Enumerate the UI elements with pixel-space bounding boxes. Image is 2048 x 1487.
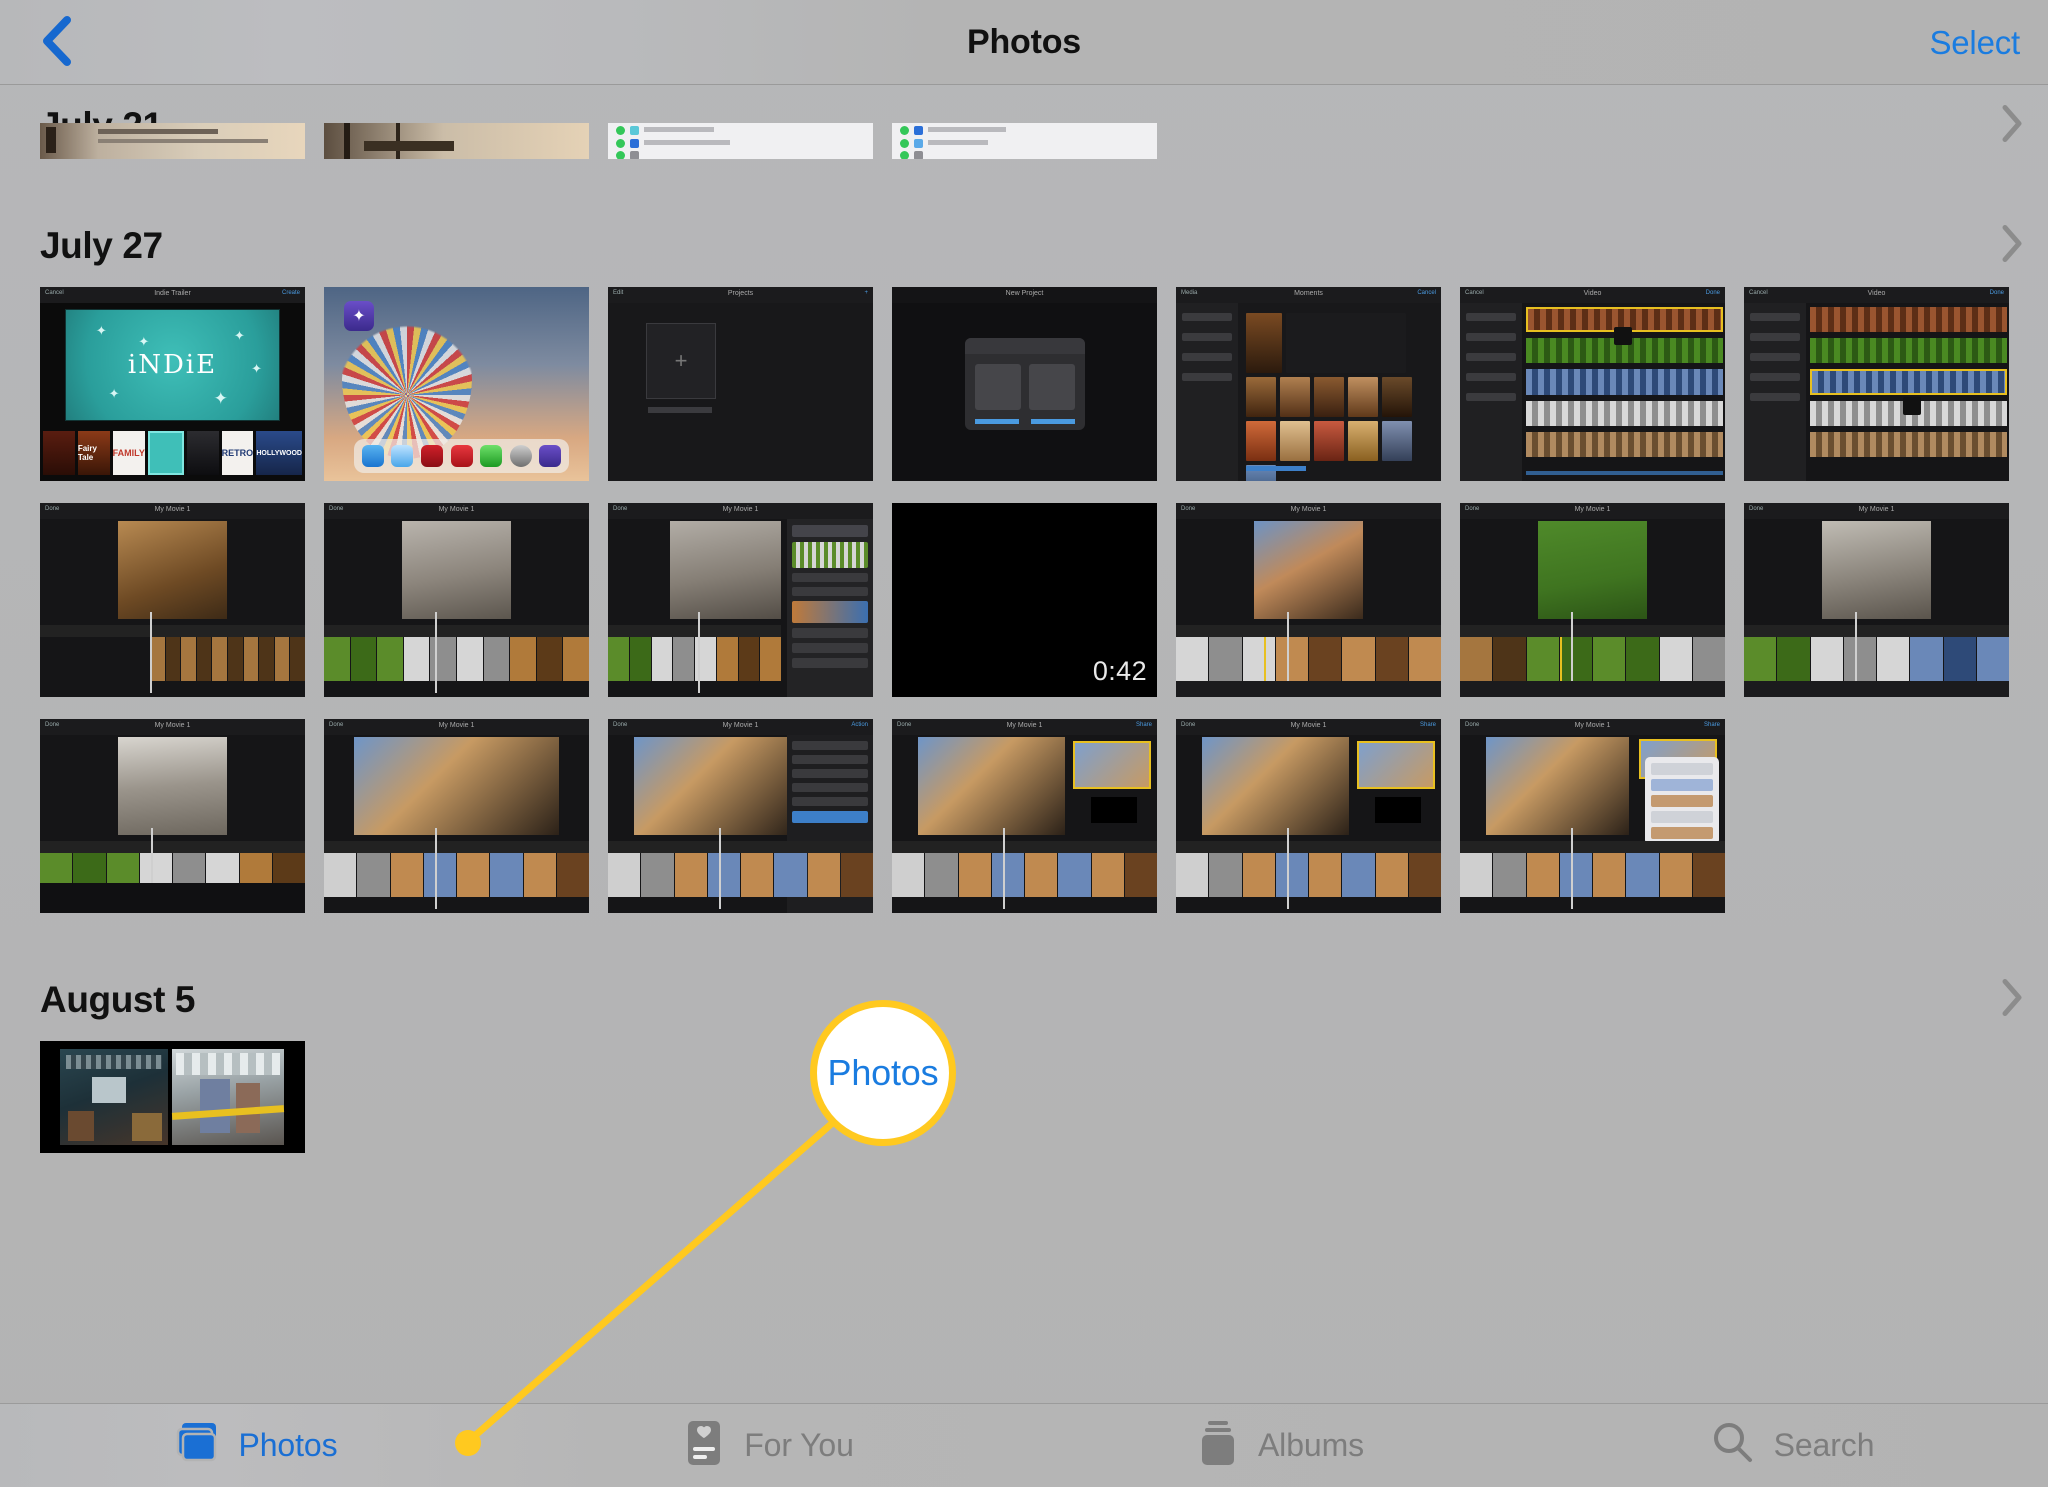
chevron-right-icon[interactable]: [2000, 978, 2024, 1023]
photo-thumbnail[interactable]: [324, 123, 589, 159]
photo-thumbnail[interactable]: Done My Movie 1 Share: [1176, 719, 1441, 913]
tab-albums[interactable]: Albums: [1024, 1403, 1536, 1487]
tab-label: Albums: [1257, 1426, 1365, 1463]
photo-thumbnail[interactable]: Edit Projects + +: [608, 287, 873, 481]
section-header-august-5[interactable]: August 5: [0, 959, 2048, 1041]
trailer-title: iNDiE: [127, 350, 218, 380]
thumbnail-row[interactable]: [0, 1041, 2048, 1153]
photo-thumbnail[interactable]: Done My Movie 1: [40, 503, 305, 697]
screenshot-label: Projects: [727, 290, 754, 297]
tab-photos[interactable]: Photos: [0, 1403, 512, 1487]
thumbnail-row[interactable]: Cancel Indie Trailer Create ✦ ✦ ✦ ✦ ✦ ✦ iN…: [0, 287, 2048, 481]
photo-thumbnail[interactable]: Done My Movie 1: [608, 503, 873, 697]
tab-label: Photos: [238, 1426, 338, 1463]
thumbnail-row[interactable]: Done My Movie 1 Done My Movie 1 Done My …: [0, 719, 2048, 913]
section-title: July 27: [40, 225, 163, 266]
chevron-right-icon[interactable]: [2000, 224, 2024, 269]
photo-thumbnail[interactable]: [892, 123, 1157, 159]
photo-thumbnail[interactable]: Done My Movie 1 Share: [1460, 719, 1725, 913]
photo-thumbnail[interactable]: Done My Movie 1 Share: [892, 719, 1157, 913]
photos-stack-icon: [174, 1421, 220, 1470]
callout-label: Photos: [827, 1052, 939, 1093]
photo-thumbnail[interactable]: ✦: [324, 287, 589, 481]
for-you-card-icon: [682, 1419, 726, 1472]
photo-thumbnail[interactable]: [40, 1041, 305, 1153]
magnifier-icon: [1710, 1420, 1756, 1471]
photos-scroll-content[interactable]: July 21: [0, 85, 2048, 1403]
photo-thumbnail[interactable]: Done My Movie 1: [1176, 503, 1441, 697]
photo-thumbnail[interactable]: Media Moments Cancel: [1176, 287, 1441, 481]
photo-thumbnail[interactable]: Cancel Video Done: [1460, 287, 1725, 481]
photos-app-screen: Photos Select July 21: [0, 0, 2048, 1487]
photo-thumbnail[interactable]: New Project: [892, 287, 1157, 481]
albums-stack-icon: [1196, 1419, 1240, 1472]
photo-thumbnail[interactable]: [608, 123, 873, 159]
tab-bar: Photos For You Albums Search: [0, 1403, 2048, 1487]
chevron-right-icon[interactable]: [2000, 104, 2024, 149]
section-title: August 5: [40, 979, 196, 1020]
select-button[interactable]: Select: [1929, 24, 2020, 62]
photo-thumbnail[interactable]: Cancel Video Done: [1744, 287, 2009, 481]
photo-thumbnail[interactable]: Done My Movie 1: [40, 719, 305, 913]
page-title: Photos: [966, 23, 1081, 61]
photo-thumbnail[interactable]: Done My Movie 1: [1460, 503, 1725, 697]
callout-anchor-dot: [455, 1430, 481, 1456]
photo-thumbnail[interactable]: Done My Movie 1 Action: [608, 719, 873, 913]
tab-for-you[interactable]: For You: [512, 1403, 1024, 1487]
video-duration-badge: 0:42: [1092, 656, 1147, 686]
photo-thumbnail-video[interactable]: 0:42: [892, 503, 1157, 697]
photo-thumbnail[interactable]: Done My Movie 1: [324, 719, 589, 913]
tab-label: For You: [744, 1426, 854, 1463]
tab-label: Search: [1773, 1426, 1875, 1463]
callout-bubble: Photos: [810, 1000, 956, 1146]
photo-thumbnail[interactable]: Cancel Indie Trailer Create ✦ ✦ ✦ ✦ ✦ ✦ iN…: [40, 287, 305, 481]
thumbnail-row[interactable]: Done My Movie 1 Done My Movie 1 Done My …: [0, 503, 2048, 697]
photo-thumbnail[interactable]: Done My Movie 1: [324, 503, 589, 697]
navigation-bar: Photos Select: [0, 0, 2048, 85]
tab-search[interactable]: Search: [1536, 1403, 2048, 1487]
photo-thumbnail[interactable]: [40, 123, 305, 159]
section-header-july-27[interactable]: July 27: [0, 205, 2048, 287]
photo-thumbnail[interactable]: Done My Movie 1: [1744, 503, 2009, 697]
